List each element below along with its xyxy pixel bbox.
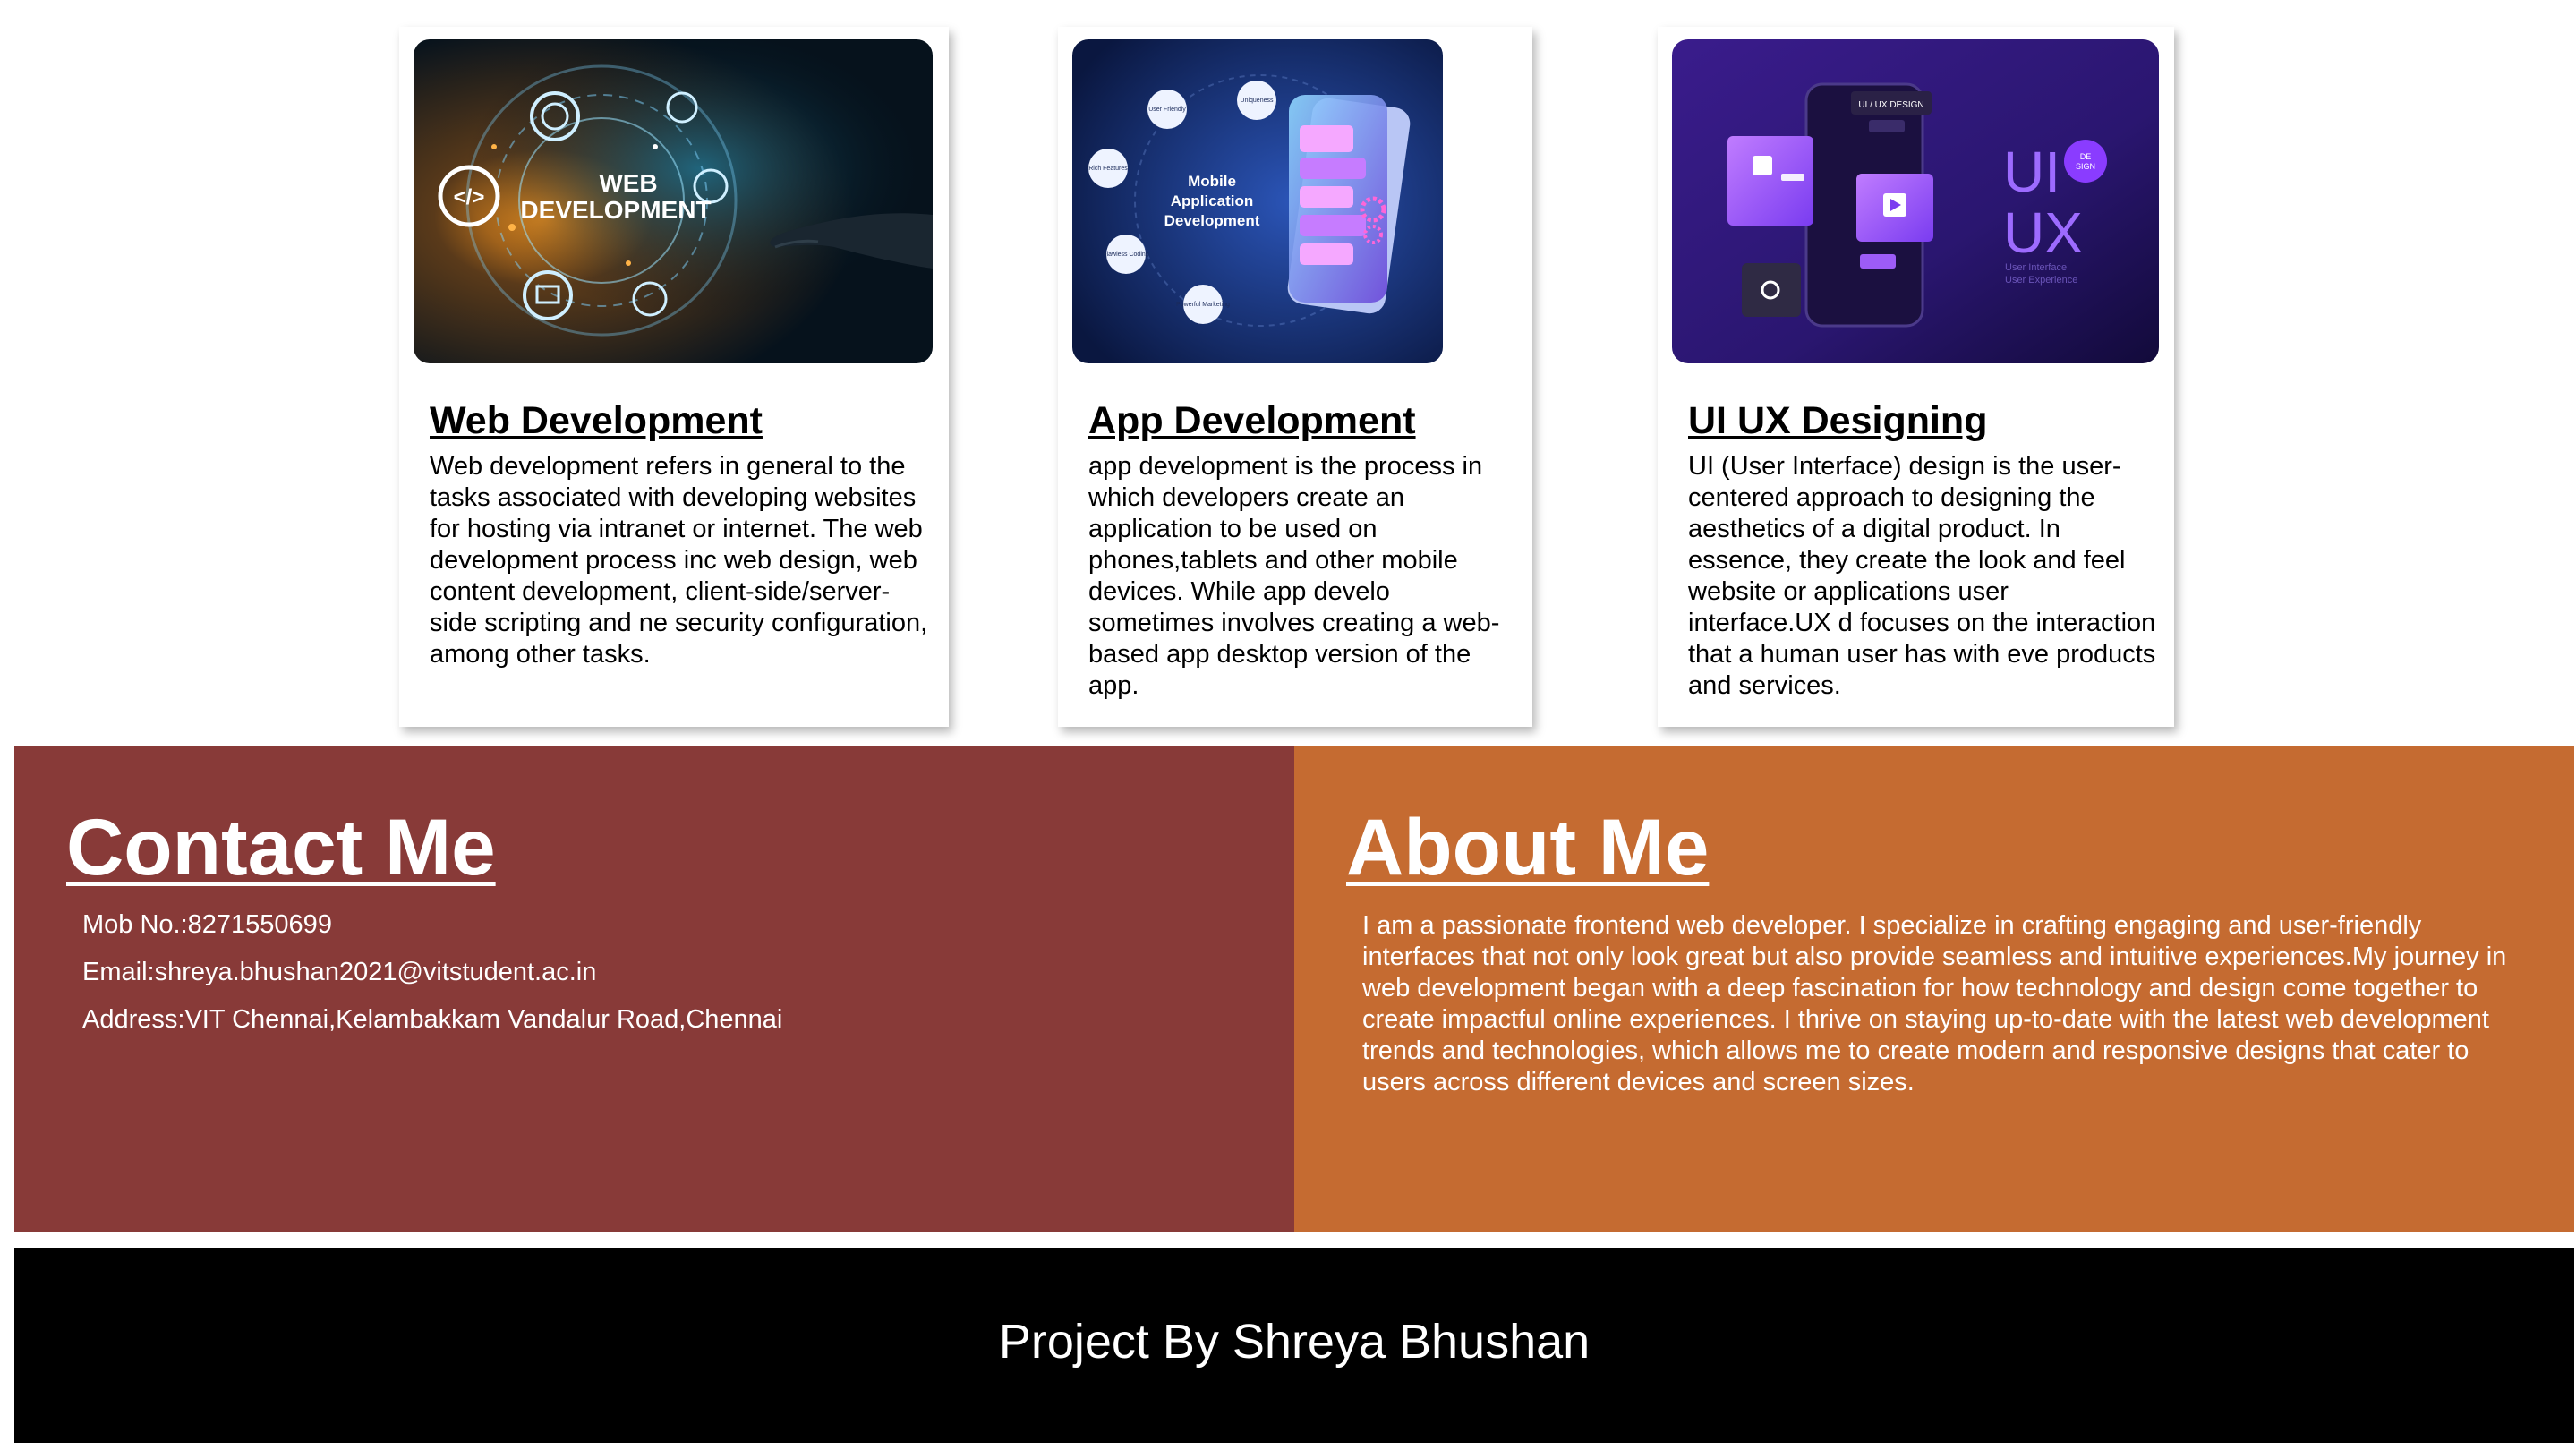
contact-mobile: Mob No.:8271550699	[82, 910, 332, 939]
card-title: App Development	[1088, 399, 1416, 442]
svg-text:UX: UX	[2003, 200, 2083, 265]
svg-text:DE: DE	[2080, 152, 2092, 161]
footer: Project By Shreya Bhushan	[14, 1248, 2574, 1443]
svg-text:UI / UX DESIGN: UI / UX DESIGN	[1858, 100, 1923, 110]
contact-email: Email:shreya.bhushan2021@vitstudent.ac.i…	[82, 958, 597, 986]
svg-text:Uniqueness: Uniqueness	[1241, 98, 1274, 104]
page: </> WEB DEVELOPMENT Web Development Web …	[0, 0, 2576, 1450]
card-description: app development is the process in which …	[1088, 452, 1500, 700]
service-card-app-development: User Friendly Uniqueness Rich Features F…	[1058, 27, 1532, 727]
svg-text:Application: Application	[1171, 192, 1254, 209]
svg-text:User Experience: User Experience	[2005, 275, 2077, 286]
footer-credit: Project By Shreya Bhushan	[998, 1315, 1591, 1369]
about-text: I am a passionate frontend web developer…	[1362, 911, 2507, 1096]
svg-text:DEVELOPMENT: DEVELOPMENT	[520, 196, 711, 224]
about-title: About Me	[1346, 802, 1710, 891]
app-development-image: User Friendly Uniqueness Rich Features F…	[1072, 39, 1443, 363]
svg-text:User Interface: User Interface	[2005, 262, 2067, 273]
card-title: Web Development	[430, 399, 763, 442]
svg-text:Rich Features: Rich Features	[1088, 166, 1128, 172]
service-card-ui-ux-designing: UI / UX DESIGN UI UX DE SIGN User Interf…	[1658, 27, 2174, 727]
svg-text:Mobile: Mobile	[1188, 173, 1236, 190]
svg-text:</>: </>	[454, 185, 485, 209]
svg-text:Flawless Coding: Flawless Coding	[1103, 252, 1148, 258]
svg-text:Powerful Marketing: Powerful Marketing	[1176, 302, 1230, 308]
web-development-image: </> WEB DEVELOPMENT	[414, 39, 933, 363]
card-description: UI (User Interface) design is the user-c…	[1688, 452, 2156, 700]
about-section: About Me I am a passionate frontend web …	[1294, 746, 2574, 1232]
contact-title: Contact Me	[66, 802, 496, 891]
svg-text:UI: UI	[2003, 140, 2060, 204]
contact-address: Address:VIT Chennai,Kelambakkam Vandalur…	[82, 1005, 783, 1034]
service-card-web-development: </> WEB DEVELOPMENT Web Development Web …	[399, 27, 949, 727]
card-title: UI UX Designing	[1688, 399, 1988, 442]
svg-text:SIGN: SIGN	[2076, 162, 2095, 171]
svg-text:Development: Development	[1164, 212, 1260, 229]
svg-text:User Friendly: User Friendly	[1148, 107, 1186, 113]
card-description: Web development refers in general to the…	[430, 452, 928, 669]
ui-ux-design-image: UI / UX DESIGN UI UX DE SIGN User Interf…	[1672, 39, 2159, 363]
svg-text:WEB: WEB	[599, 169, 657, 197]
contact-section: Contact Me Mob No.:8271550699 Email:shre…	[14, 746, 1294, 1232]
